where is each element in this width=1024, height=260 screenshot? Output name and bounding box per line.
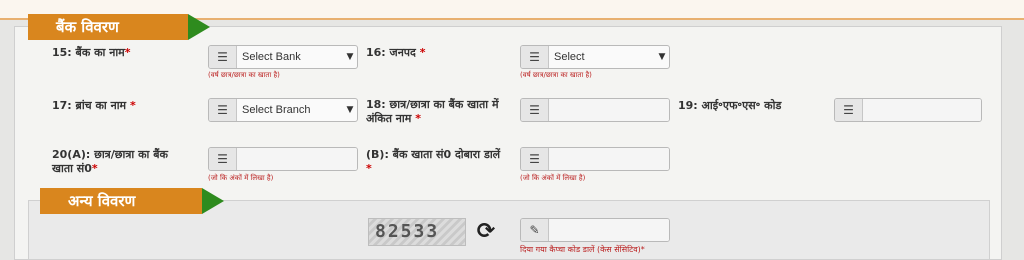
- account-holder-label: 18: छात्र/छात्रा का बैंक खाता में अंकित …: [366, 98, 499, 125]
- ifsc-label: 19: आई॰एफ॰एस॰ कोड: [678, 99, 782, 112]
- bank-hint: (वर्ष छात्र/छात्रा का खाता है): [208, 71, 280, 79]
- account-no-hint: (जो कि अंकों में लिखा है): [208, 174, 274, 182]
- account-holder-input[interactable]: ☰: [520, 98, 670, 122]
- account-no-confirm-label: (B): बैंक खाता सं0 दोबारा डालें *: [366, 148, 501, 175]
- ifsc-input[interactable]: ☰: [834, 98, 982, 122]
- bank-name-label: 15: बैंक का नाम*: [52, 46, 131, 59]
- list-icon: ☰: [209, 148, 237, 170]
- account-no-label: 20(A): छात्र/छात्रा का बैंक खाता सं0*: [52, 148, 168, 175]
- captcha-input[interactable]: ✎: [520, 218, 670, 242]
- captcha-image: 82533: [368, 218, 466, 246]
- refresh-icon[interactable]: ⟳: [474, 218, 498, 246]
- list-icon: ☰: [521, 46, 549, 68]
- bank-section-title: बैंक विवरण: [28, 14, 210, 40]
- edit-icon: ✎: [521, 219, 549, 241]
- chevron-down-icon: ▼: [346, 105, 354, 115]
- district-label: 16: जनपद *: [366, 46, 426, 59]
- account-no-input[interactable]: ☰: [208, 147, 358, 171]
- captcha-hint: दिया गया कैप्चा कोड डालें (केस सेंसिटिव)…: [520, 245, 645, 254]
- other-section-title: अन्य विवरण: [40, 188, 224, 214]
- list-icon: ☰: [521, 99, 549, 121]
- bank-select[interactable]: ☰ Select Bank ▼: [208, 45, 358, 69]
- branch-select[interactable]: ☰ Select Branch ▼: [208, 98, 358, 122]
- list-icon: ☰: [209, 46, 237, 68]
- list-icon: ☰: [835, 99, 863, 121]
- list-icon: ☰: [209, 99, 237, 121]
- chevron-down-icon: ▼: [346, 52, 354, 62]
- list-icon: ☰: [521, 148, 549, 170]
- district-select[interactable]: ☰ Select ▼: [520, 45, 670, 69]
- chevron-down-icon: ▼: [658, 52, 666, 62]
- branch-name-label: 17: ब्रांच का नाम *: [52, 99, 136, 112]
- account-no-confirm-hint: (जो कि अंकों में लिखा है): [520, 174, 586, 182]
- district-hint: (वर्ष छात्र/छात्रा का खाता है): [520, 71, 592, 79]
- account-no-confirm-input[interactable]: ☰: [520, 147, 670, 171]
